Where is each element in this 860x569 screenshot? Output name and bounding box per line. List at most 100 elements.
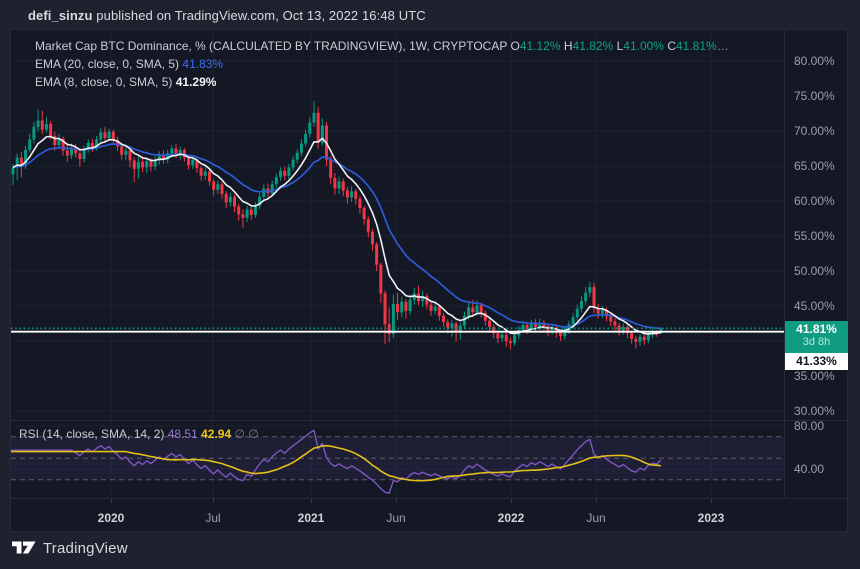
- candle-body: [584, 293, 587, 301]
- last-price-badge: 41.81% 3d 8h: [785, 321, 848, 353]
- candle-body: [237, 207, 240, 215]
- candle-body: [137, 162, 140, 169]
- symbol-title: Market Cap BTC Dominance, % (CALCULATED …: [35, 39, 507, 53]
- candle-body: [175, 149, 178, 155]
- main-legend[interactable]: Market Cap BTC Dominance, % (CALCULATED …: [35, 37, 729, 91]
- candle-body: [496, 333, 499, 338]
- candle-body: [187, 158, 190, 166]
- candle-body: [221, 184, 224, 194]
- candle-body: [379, 265, 382, 294]
- rsi-axis-label: 80.00: [794, 418, 848, 434]
- candle-body: [480, 305, 483, 313]
- tradingview-logo-icon[interactable]: [12, 540, 36, 557]
- candle-body: [145, 161, 148, 167]
- ema20-label: EMA (20, close, 0, SMA, 5): [35, 57, 179, 71]
- candle-body: [28, 139, 31, 150]
- legend-ellipsis: …: [717, 39, 729, 53]
- time-axis-tick: [111, 499, 112, 503]
- time-axis-label-jun: Jun: [386, 511, 405, 525]
- candle-body: [338, 181, 341, 188]
- candle-body: [455, 324, 458, 332]
- candle-body: [350, 191, 353, 197]
- candle-body: [409, 300, 412, 311]
- ema8-legend-row[interactable]: EMA (8, close, 0, SMA, 5) 41.29%: [35, 73, 729, 91]
- candle-body: [170, 149, 173, 154]
- price-axis-label: 35.00%: [794, 368, 848, 384]
- candle-body: [287, 167, 290, 175]
- candle-body: [149, 161, 152, 167]
- candle-body: [49, 124, 52, 136]
- candle-body: [41, 121, 44, 130]
- publish-header: defi_sinzu published on TradingView.com,…: [28, 8, 426, 23]
- candle-body: [342, 181, 345, 190]
- candle-body: [375, 244, 378, 264]
- candle-body: [634, 339, 637, 342]
- candle-body: [112, 132, 115, 140]
- time-axis-label-jul: Jul: [205, 511, 220, 525]
- time-axis-tick: [511, 499, 512, 503]
- price-axis[interactable]: 41.81% 3d 8h 41.33% 80.00%75.00%70.00%65…: [784, 30, 847, 498]
- candle-body: [333, 178, 336, 189]
- candle-body: [141, 162, 144, 168]
- candle-body: [120, 146, 123, 154]
- candle-body: [300, 144, 303, 153]
- symbol-legend-row[interactable]: Market Cap BTC Dominance, % (CALCULATED …: [35, 37, 729, 55]
- candle-body: [124, 151, 127, 155]
- last-price-value: 41.81%: [785, 322, 848, 336]
- candle-body: [434, 307, 437, 311]
- candle-body: [576, 309, 579, 317]
- candle-body: [593, 287, 596, 308]
- ohlc-open: O41.12%: [510, 39, 560, 53]
- rsi-axis-label: 40.00: [794, 461, 848, 477]
- candle-body: [471, 307, 474, 312]
- ema20-legend-row[interactable]: EMA (20, close, 0, SMA, 5) 41.83%: [35, 55, 729, 73]
- candle-body: [613, 321, 616, 325]
- candle-body: [200, 168, 203, 176]
- candle-body: [430, 305, 433, 311]
- candle-body: [312, 113, 315, 123]
- candle-body: [601, 310, 604, 314]
- candle-body: [446, 322, 449, 328]
- candle-body: [241, 214, 244, 218]
- rsi-hidden-value-1: ∅: [234, 427, 244, 441]
- rsi-value: 48.51: [168, 427, 198, 441]
- candle-body: [475, 305, 478, 312]
- candle-body: [346, 191, 349, 198]
- candle-body: [509, 341, 512, 343]
- tradingview-snapshot: defi_sinzu published on TradingView.com,…: [0, 0, 860, 569]
- time-axis-tick: [213, 499, 214, 503]
- candle-body: [467, 307, 470, 315]
- time-axis-tick: [396, 499, 397, 503]
- price-axis-label: 55.00%: [794, 228, 848, 244]
- candle-body: [363, 208, 366, 219]
- candle-body: [225, 194, 228, 202]
- chart-widget: Market Cap BTC Dominance, % (CALCULATED …: [10, 29, 848, 532]
- candle-body: [392, 304, 395, 334]
- candle-body: [442, 316, 445, 322]
- rsi-legend-row[interactable]: RSI (14, close, SMA, 14, 2) 48.51 42.94 …: [19, 427, 259, 441]
- candle-body: [99, 132, 102, 139]
- candle-body: [204, 172, 207, 176]
- rsi-label: RSI (14, close, SMA, 14, 2): [19, 427, 164, 441]
- candle-body: [438, 307, 441, 316]
- rsi-hidden-value-2: ∅: [248, 427, 258, 441]
- candle-body: [643, 337, 646, 341]
- candle-body: [292, 160, 295, 168]
- candle-body: [254, 206, 257, 215]
- candle-body: [296, 153, 299, 160]
- footer: TradingView: [12, 540, 128, 557]
- time-axis[interactable]: 2020Jul2021Jun2022Jun2023: [11, 498, 847, 532]
- candle-body: [384, 293, 387, 324]
- time-axis-tick: [596, 499, 597, 503]
- candle-body: [501, 335, 504, 339]
- price-axis-label: 30.00%: [794, 403, 848, 419]
- candle-body: [103, 132, 106, 138]
- tradingview-wordmark[interactable]: TradingView: [43, 540, 128, 557]
- candle-body: [450, 324, 453, 328]
- candle-body: [37, 121, 40, 127]
- candle-body: [212, 181, 215, 189]
- price-axis-label: 50.00%: [794, 263, 848, 279]
- time-axis-label-2023: 2023: [698, 511, 725, 525]
- candle-body: [463, 316, 466, 326]
- candle-body: [78, 153, 81, 159]
